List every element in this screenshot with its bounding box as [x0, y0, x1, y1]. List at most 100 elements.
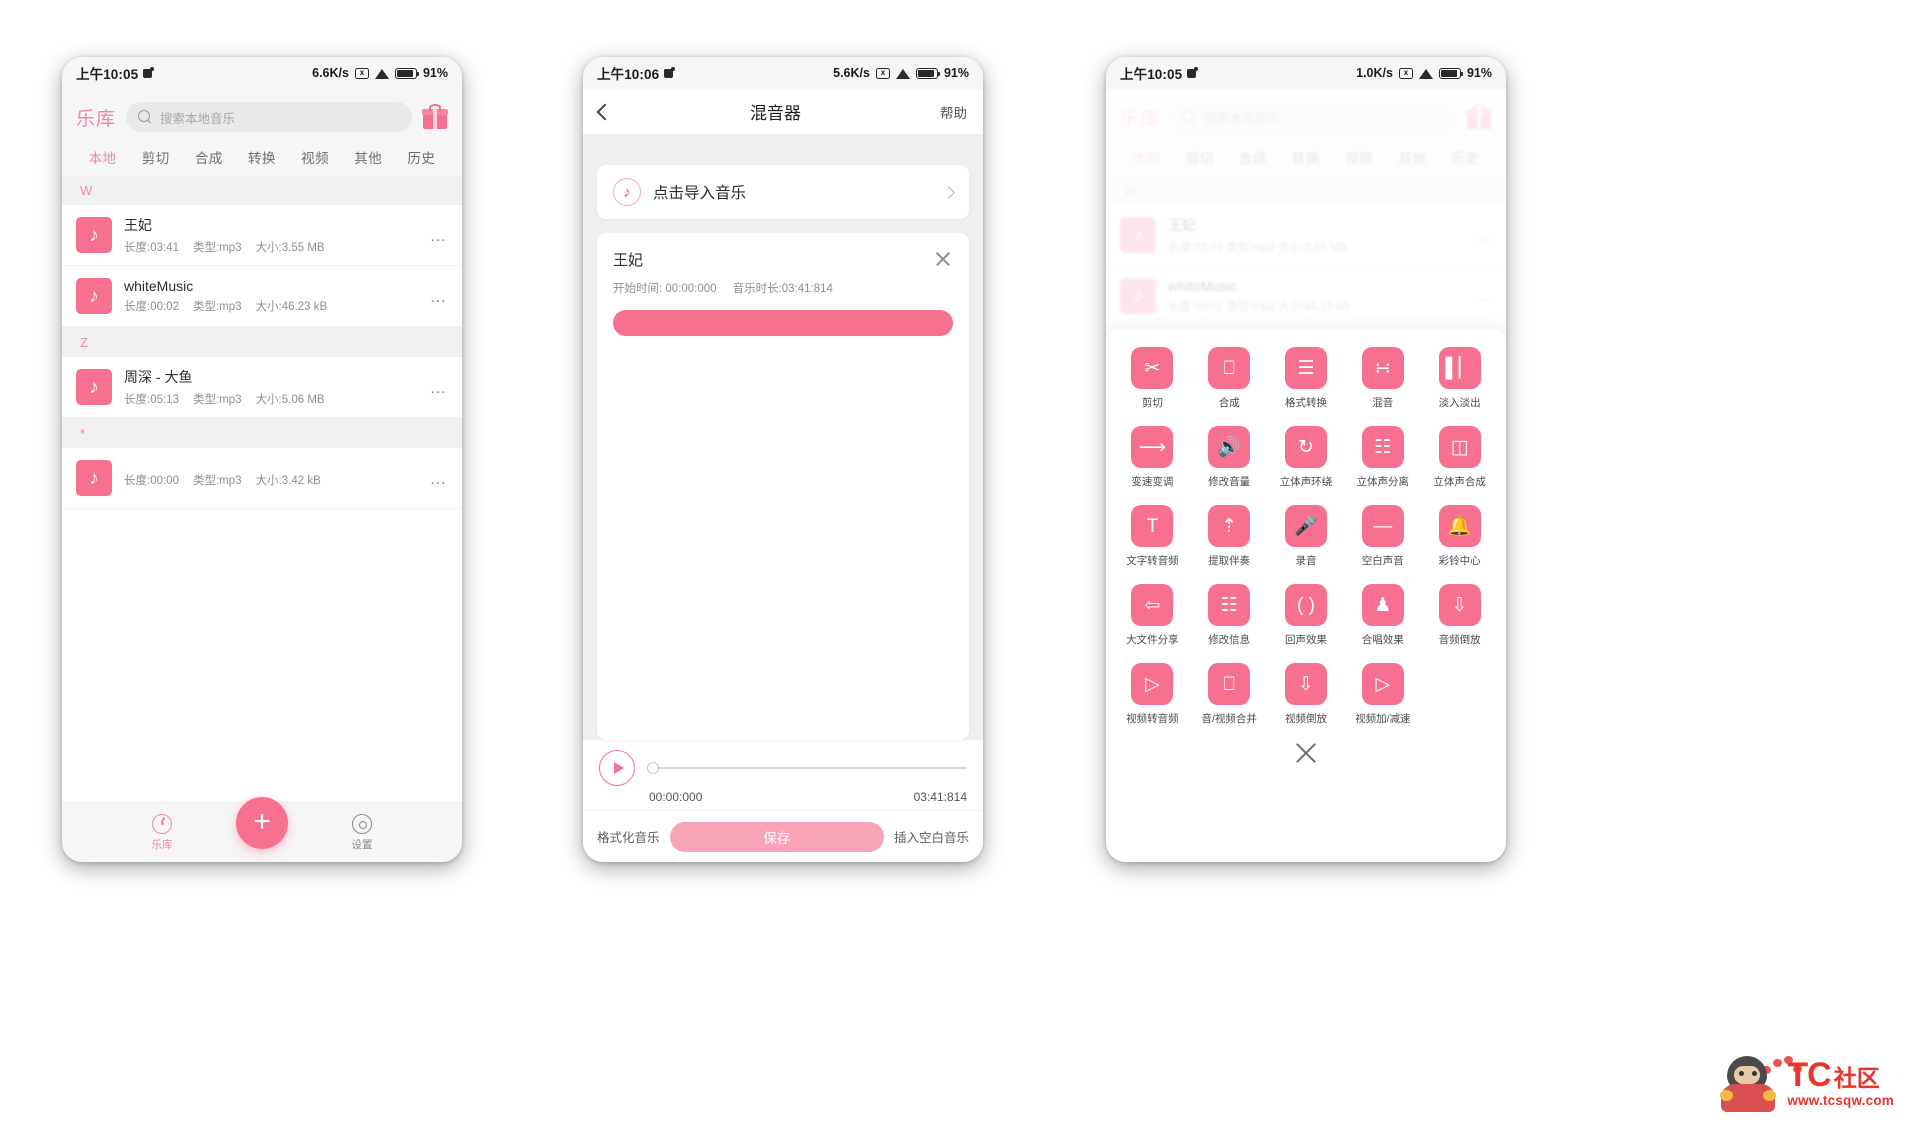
- tab-convert[interactable]: 转换: [235, 147, 288, 167]
- tool-speed-pitch[interactable]: ⟶ 变速变调: [1114, 426, 1191, 489]
- disc-icon: [152, 813, 172, 834]
- tab-local[interactable]: 本地: [76, 147, 129, 167]
- video-reverse-icon: ⇩: [1284, 663, 1327, 705]
- tool-mix[interactable]: ∺ 混音: [1344, 347, 1421, 410]
- tool-label: 音/视频合并: [1201, 713, 1257, 725]
- add-button[interactable]: +: [236, 797, 288, 849]
- wifi-icon: [895, 68, 910, 79]
- tool-label: 淡入淡出: [1438, 397, 1481, 409]
- sidebar-item-library[interactable]: 乐库: [62, 813, 262, 852]
- echo-icon: ( ): [1284, 584, 1327, 626]
- close-icon[interactable]: [933, 249, 953, 269]
- volume-icon: 🔊: [1208, 426, 1251, 468]
- merge-icon: ⎕: [1208, 347, 1251, 389]
- mix-icon: ∺: [1361, 347, 1404, 389]
- status-bar: 上午10:05 6.6K/s x 91%: [62, 57, 462, 89]
- tool-audio-reverse[interactable]: ⇩ 音频倒放: [1421, 584, 1498, 647]
- ghost-section-header: W: [1106, 175, 1506, 205]
- search-input[interactable]: 搜索本地音乐: [126, 102, 412, 132]
- tool-format-convert[interactable]: ☰ 格式转换: [1268, 347, 1345, 410]
- gift-icon[interactable]: [422, 104, 448, 130]
- table-row[interactable]: ♪ 周深 - 大鱼 长度:05:13 类型:mp3 大小:5.06 MB …: [62, 357, 462, 418]
- slider-rail: [647, 767, 967, 769]
- track-more-button[interactable]: …: [430, 470, 449, 487]
- tool-av-merge[interactable]: ⎕ 音/视频合并: [1191, 663, 1268, 726]
- tool-text-to-audio[interactable]: T 文字转音频: [1114, 505, 1191, 568]
- tool-stereo-split[interactable]: ☷ 立体声分离: [1344, 426, 1421, 489]
- help-button[interactable]: 帮助: [940, 102, 967, 122]
- x-badge-icon: x: [354, 67, 369, 79]
- tool-video-speed[interactable]: ▷ 视频加/减速: [1344, 663, 1421, 726]
- total-time: 03:41:814: [913, 790, 967, 804]
- tab-video[interactable]: 视频: [289, 147, 342, 167]
- track-more-button[interactable]: …: [430, 288, 449, 305]
- tab-history[interactable]: 历史: [395, 147, 448, 167]
- table-row[interactable]: ♪ whiteMusic 长度:00:02 类型:mp3 大小:46.23 kB…: [62, 266, 462, 327]
- sidebar-item-settings[interactable]: 设置: [262, 813, 462, 852]
- share-icon: ⇦: [1131, 584, 1174, 626]
- library-header: 乐库 搜索本地音乐 本地 剪切 合成 转换 视频 其他 历史: [62, 89, 462, 175]
- tool-large-file-share[interactable]: ⇦ 大文件分享: [1114, 584, 1191, 647]
- tool-chorus[interactable]: ♟ 合唱效果: [1344, 584, 1421, 647]
- status-bar: 上午10:06 5.6K/s x 91%: [583, 57, 983, 89]
- track-more-button[interactable]: …: [430, 379, 449, 396]
- tool-label: 音频倒放: [1438, 634, 1481, 646]
- ghost-search-placeholder: 搜索本地音乐: [1204, 111, 1280, 126]
- fade-icon: ▌▏: [1438, 347, 1481, 389]
- tool-volume[interactable]: 🔊 修改音量: [1191, 426, 1268, 489]
- status-right: 1.0K/s x 91%: [1356, 66, 1492, 80]
- edit-info-icon: ☷: [1208, 584, 1251, 626]
- tool-stereo-merge[interactable]: ◫ 立体声合成: [1421, 426, 1498, 489]
- wifi-icon: [374, 68, 389, 79]
- network-speed: 1.0K/s: [1356, 66, 1393, 80]
- battery-icon: [1438, 67, 1463, 79]
- text-to-audio-icon: T: [1131, 505, 1174, 547]
- playback-slider[interactable]: [647, 759, 967, 777]
- extract-icon: ⇡: [1208, 505, 1251, 547]
- background-library-dimmed: 乐库 搜索本地音乐 本地 剪切 合成 转换 视频 其他 历史 W ♪ 王妃 长度…: [1106, 89, 1506, 327]
- track-size: 大小:46.23 kB: [255, 301, 328, 313]
- tool-surround[interactable]: ↻ 立体声环绕: [1268, 426, 1345, 489]
- table-row[interactable]: ♪ 王妃 长度:03:41 类型:mp3 大小:3.55 MB …: [62, 205, 462, 266]
- status-left: 上午10:06: [597, 63, 676, 83]
- track-type: 类型:mp3: [192, 301, 242, 313]
- track-meta: 王妃 长度:03:41 类型:mp3 大小:3.55 MB: [124, 215, 418, 255]
- waveform-bar[interactable]: [613, 310, 953, 336]
- tool-ringtone-center[interactable]: 🔔 彩铃中心: [1421, 505, 1498, 568]
- table-row[interactable]: ♪ 长度:00:00 类型:mp3 大小:3.42 kB …: [62, 448, 462, 509]
- tool-edit-info[interactable]: ☷ 修改信息: [1191, 584, 1268, 647]
- tool-video-to-audio[interactable]: ▷ 视频转音频: [1114, 663, 1191, 726]
- tool-cut[interactable]: ✂ 剪切: [1114, 347, 1191, 410]
- play-button[interactable]: [599, 750, 635, 786]
- tool-record[interactable]: 🎤 录音: [1268, 505, 1345, 568]
- save-button[interactable]: 保存: [669, 821, 884, 852]
- track-name: 王妃: [124, 217, 152, 233]
- close-icon[interactable]: [1293, 740, 1319, 766]
- tab-cut[interactable]: 剪切: [129, 147, 182, 167]
- ghost-search-input: 搜索本地音乐: [1170, 102, 1456, 132]
- tool-echo[interactable]: ( ) 回声效果: [1268, 584, 1345, 647]
- search-icon: [1182, 110, 1196, 124]
- page-title: 混音器: [750, 104, 801, 123]
- watermark-brand: TC: [1787, 1056, 1831, 1095]
- import-music-button[interactable]: ♪ 点击导入音乐: [597, 165, 969, 219]
- slider-knob[interactable]: [647, 762, 659, 774]
- music-note-icon: ♪: [1120, 278, 1156, 314]
- tool-merge[interactable]: ⎕ 合成: [1191, 347, 1268, 410]
- tab-merge[interactable]: 合成: [182, 147, 235, 167]
- insert-silence-button[interactable]: 插入空白音乐: [894, 827, 969, 846]
- tool-label: 回声效果: [1284, 634, 1327, 646]
- phone-screen-library: 上午10:05 6.6K/s x 91% 乐库 搜索本地音乐 本地 剪切 合成 …: [62, 57, 462, 862]
- tool-video-reverse[interactable]: ⇩ 视频倒放: [1268, 663, 1345, 726]
- tool-fade[interactable]: ▌▏ 淡入淡出: [1421, 347, 1498, 410]
- tool-extract-accompaniment[interactable]: ⇡ 提取伴奏: [1191, 505, 1268, 568]
- audio-clip-card: 王妃 开始时间: 00:00:000 音乐时长:03:41:814: [597, 233, 969, 740]
- track-more-button[interactable]: …: [430, 227, 449, 244]
- format-music-button[interactable]: 格式化音乐: [597, 827, 660, 846]
- format-convert-icon: ☰: [1284, 347, 1327, 389]
- tool-label: 视频倒放: [1284, 713, 1327, 725]
- track-details: 长度:00:02 类型:mp3 大小:46.23 kB: [124, 298, 418, 314]
- tab-other[interactable]: 其他: [342, 147, 395, 167]
- tool-silence[interactable]: — 空白声音: [1344, 505, 1421, 568]
- watermark-suffix: 社区: [1833, 1065, 1880, 1092]
